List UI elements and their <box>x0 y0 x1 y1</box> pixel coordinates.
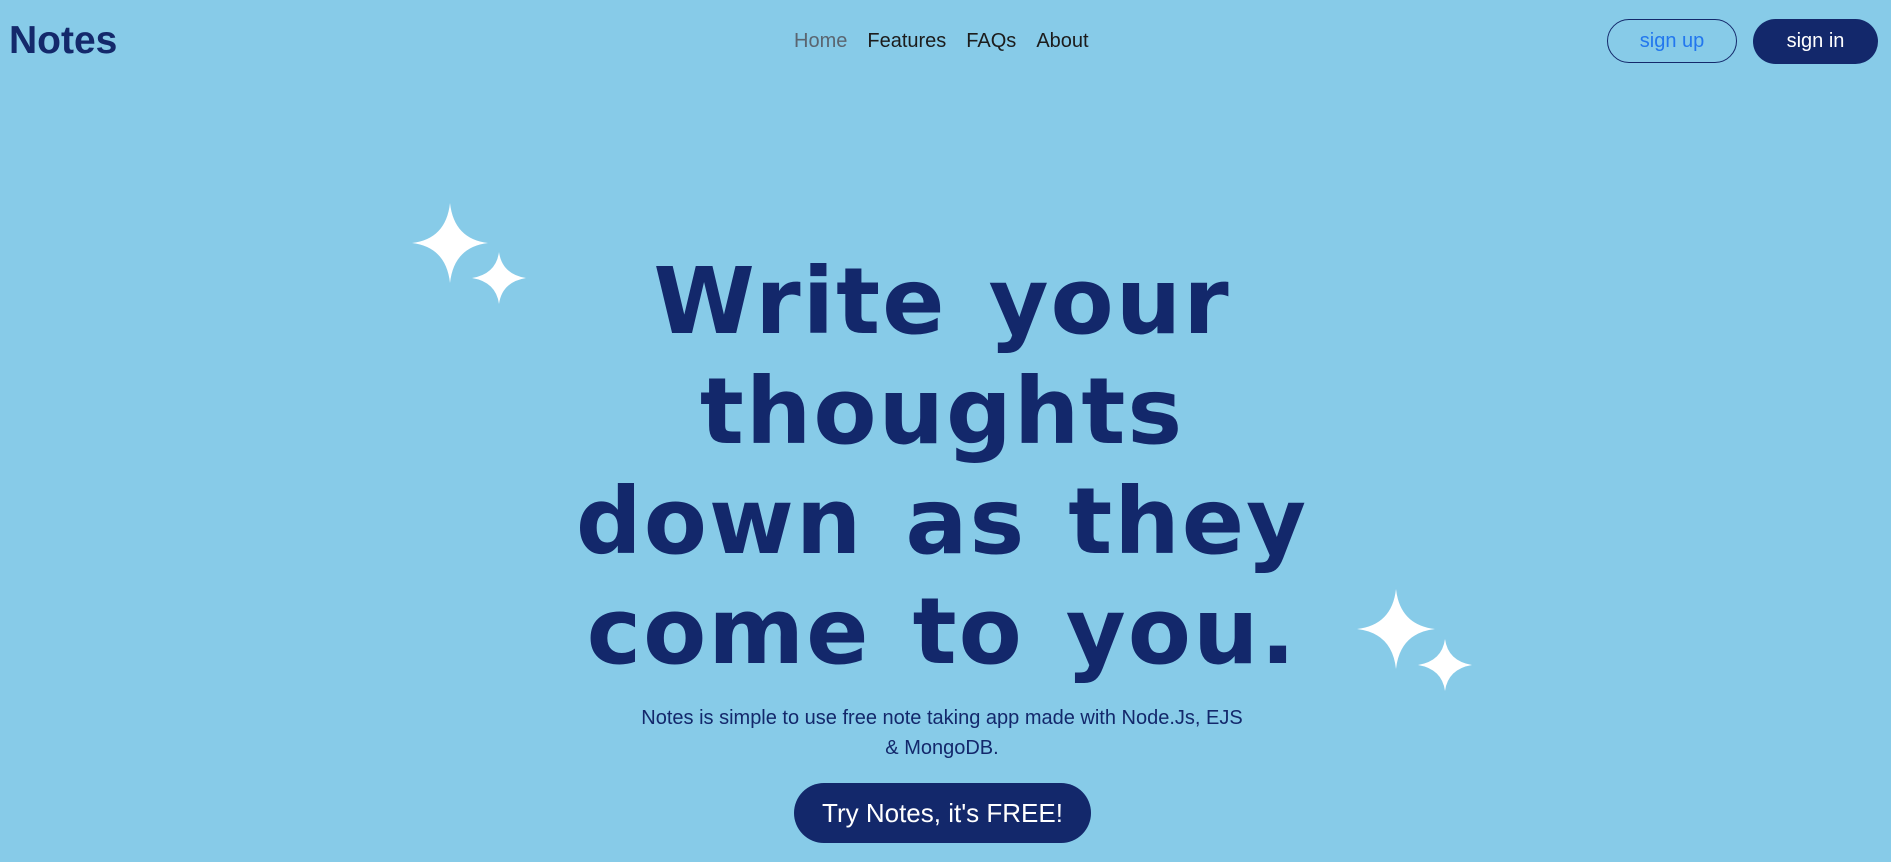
sparkles-icon <box>1357 589 1472 691</box>
landing-page: Notes Home Features FAQs About sign up s… <box>0 0 1891 862</box>
brand-logo[interactable]: Notes <box>9 18 117 64</box>
sign-up-button[interactable]: sign up <box>1607 19 1737 63</box>
sparkles-icon <box>412 203 526 304</box>
nav-link-faqs[interactable]: FAQs <box>956 26 1026 56</box>
sign-in-button[interactable]: sign in <box>1753 19 1878 64</box>
hero-title: Write your thoughts down as they come to… <box>575 248 1309 685</box>
try-notes-button[interactable]: Try Notes, it's FREE! <box>794 783 1091 843</box>
nav-link-features[interactable]: Features <box>857 26 956 56</box>
main-nav: Home Features FAQs About <box>794 26 1099 56</box>
hero-subtitle: Notes is simple to use free note taking … <box>641 707 1243 759</box>
nav-link-home[interactable]: Home <box>794 26 857 56</box>
nav-link-about[interactable]: About <box>1026 26 1098 56</box>
